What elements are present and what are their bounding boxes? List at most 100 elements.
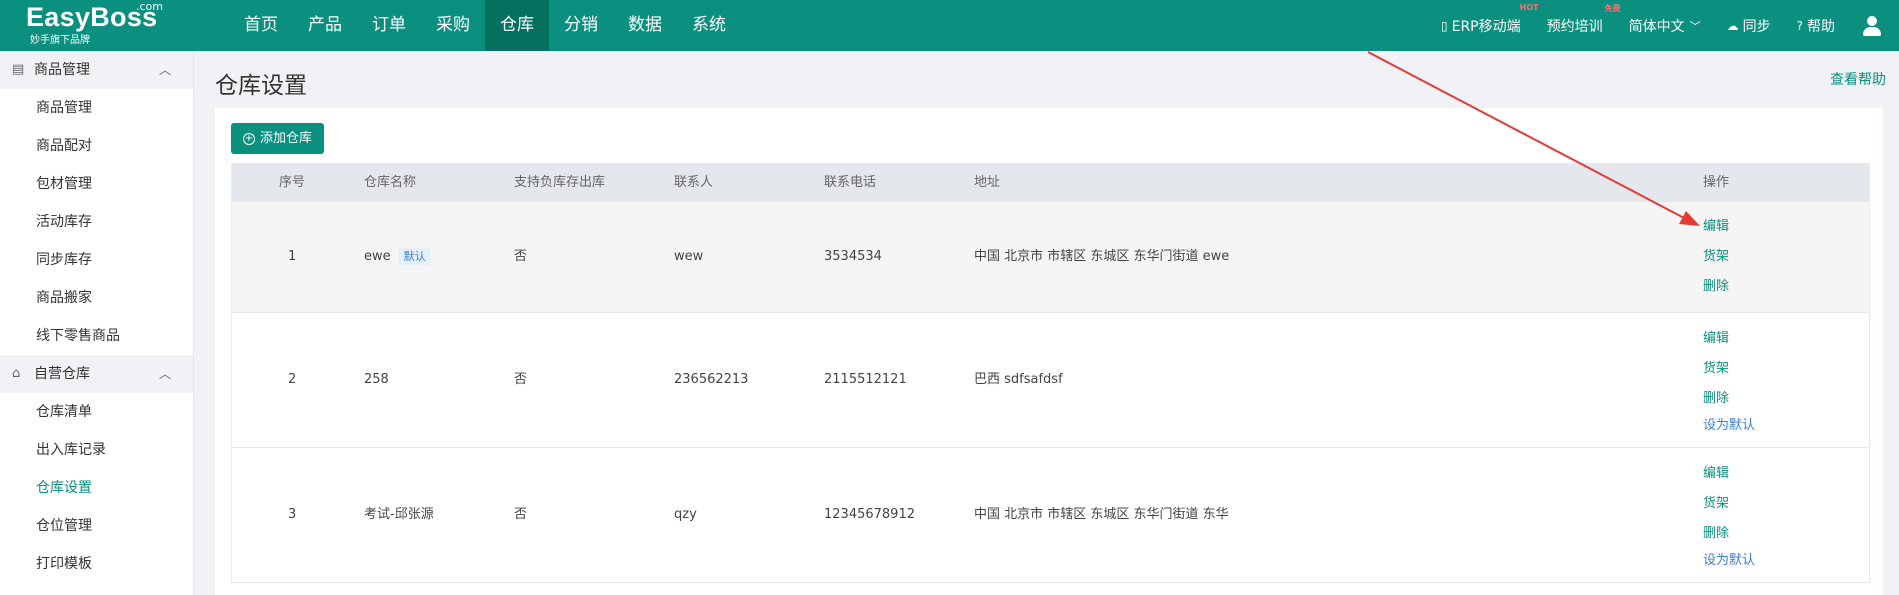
column-header-address: 地址 xyxy=(974,175,1001,190)
language-select[interactable]: 简体中文 ﹀ xyxy=(1629,16,1701,36)
cell-address: 中国 北京市 市辖区 东城区 东华门街道 东华 xyxy=(974,507,1229,522)
page-title: 仓库设置 xyxy=(215,73,307,99)
user-avatar-icon[interactable] xyxy=(1861,15,1883,37)
top-navigation-bar: EasyBoss .com 妙手旗下品牌 首页 产品 订单 采购 仓库 分销 数… xyxy=(0,0,1899,51)
logo-subtitle: 妙手旗下品牌 xyxy=(30,35,90,46)
default-badge: 默认 xyxy=(398,248,431,265)
cell-address: 中国 北京市 市辖区 东城区 东华门街道 ewe xyxy=(974,249,1230,264)
cell-actions: 编辑 货架 删除 设为默认 xyxy=(1703,465,1755,570)
sidebar-group-product-management[interactable]: ▤ 商品管理 ︿ xyxy=(0,51,193,89)
table-header: 序号 仓库名称 支持负库存出库 联系人 联系电话 地址 操作 xyxy=(232,164,1869,201)
sidebar-item-packaging[interactable]: 包材管理 xyxy=(0,165,193,203)
shelf-link[interactable]: 货架 xyxy=(1703,248,1729,266)
help-button[interactable]: ? 帮助 xyxy=(1797,16,1835,36)
cell-actions: 编辑 货架 删除 xyxy=(1703,218,1729,308)
plus-circle-icon: + xyxy=(243,132,255,145)
top-right-tools: ▯ ERP移动端 HOT 预约培训 免费 简体中文 ﹀ ☁ 同步 ? 帮助 xyxy=(1441,0,1899,51)
sync-button[interactable]: ☁ 同步 xyxy=(1727,16,1771,36)
main-content: 仓库设置 查看帮助 + 添加仓库 序号 仓库名称 支持负库存出库 联系人 联系电… xyxy=(194,51,1899,595)
training-label: 预约培训 xyxy=(1546,18,1603,35)
nav-home[interactable]: 首页 xyxy=(229,0,293,51)
sidebar-item-product-move[interactable]: 商品搬家 xyxy=(0,279,193,317)
question-circle-icon: ? xyxy=(1796,18,1803,33)
sidebar-group-title: 商品管理 xyxy=(34,62,90,78)
erp-mobile-link[interactable]: ▯ ERP移动端 HOT xyxy=(1441,3,1539,36)
add-warehouse-label: 添加仓库 xyxy=(260,131,313,146)
cell-contact: 236562213 xyxy=(674,372,749,387)
sidebar-item-location-management[interactable]: 仓位管理 xyxy=(0,507,193,545)
cell-phone: 2115512121 xyxy=(824,372,907,387)
table-row: 1 ewe 默认 否 wew 3534534 中国 北京市 市辖区 东城区 东华门… xyxy=(232,201,1869,312)
shelf-link[interactable]: 货架 xyxy=(1703,360,1755,378)
mobile-phone-icon: ▯ xyxy=(1441,18,1448,33)
free-badge: 免费 xyxy=(1604,3,1621,13)
training-link[interactable]: 预约培训 免费 xyxy=(1546,4,1621,36)
nav-purchase[interactable]: 采购 xyxy=(421,0,485,51)
sidebar-item-warehouse-list[interactable]: 仓库清单 xyxy=(0,393,193,431)
cell-contact: wew xyxy=(674,249,704,264)
clipboard-icon: ▤ xyxy=(12,62,25,77)
sidebar-item-product-pairing[interactable]: 商品配对 xyxy=(0,127,193,165)
cell-negative-stock: 否 xyxy=(514,507,528,522)
main-nav: 首页 产品 订单 采购 仓库 分销 数据 系统 xyxy=(229,0,741,51)
language-label: 简体中文 xyxy=(1628,18,1685,35)
hot-badge: HOT xyxy=(1519,2,1539,12)
nav-orders[interactable]: 订单 xyxy=(357,0,421,51)
home-icon: ⌂ xyxy=(12,366,21,381)
edit-link[interactable]: 编辑 xyxy=(1703,218,1729,236)
chevron-down-icon: ﹀ xyxy=(1689,19,1701,33)
set-default-link[interactable]: 设为默认 xyxy=(1703,417,1755,435)
cell-name: 258 xyxy=(364,372,389,387)
delete-link[interactable]: 删除 xyxy=(1703,525,1755,543)
sidebar-item-product-management[interactable]: 商品管理 xyxy=(0,89,193,127)
sidebar-item-sync-stock[interactable]: 同步库存 xyxy=(0,241,193,279)
edit-link[interactable]: 编辑 xyxy=(1703,465,1755,483)
sidebar-item-warehouse-settings[interactable]: 仓库设置 xyxy=(0,469,193,507)
sidebar-item-offline-retail[interactable]: 线下零售商品 xyxy=(0,317,193,355)
cell-phone: 3534534 xyxy=(824,249,882,264)
sidebar-group-title: 自营仓库 xyxy=(34,366,90,382)
sidebar-group-own-warehouse[interactable]: ⌂ 自营仓库 ︿ xyxy=(0,355,193,393)
shelf-link[interactable]: 货架 xyxy=(1703,495,1755,513)
add-warehouse-button[interactable]: + 添加仓库 xyxy=(231,123,325,154)
user-icon-body xyxy=(1863,26,1881,36)
nav-data[interactable]: 数据 xyxy=(613,0,677,51)
nav-system[interactable]: 系统 xyxy=(677,0,741,51)
set-default-link[interactable]: 设为默认 xyxy=(1703,552,1755,570)
easyboss-logo[interactable]: EasyBoss .com 妙手旗下品牌 xyxy=(26,1,166,48)
cell-no: 1 xyxy=(288,249,297,264)
view-help-link[interactable]: 查看帮助 xyxy=(1830,69,1886,89)
delete-link[interactable]: 删除 xyxy=(1703,390,1755,408)
cloud-upload-icon: ☁ xyxy=(1726,18,1739,33)
cell-no: 2 xyxy=(288,372,297,387)
nav-warehouse[interactable]: 仓库 xyxy=(485,0,549,51)
table-row: 3 考试-邱张源 否 qzy 12345678912 中国 北京市 市辖区 东城… xyxy=(232,447,1869,582)
table-row: 2 258 否 236562213 2115512121 巴西 sdfsafds… xyxy=(232,312,1869,447)
nav-distribution[interactable]: 分销 xyxy=(549,0,613,51)
cell-negative-stock: 否 xyxy=(514,249,528,264)
sidebar-item-inout-records[interactable]: 出入库记录 xyxy=(0,431,193,469)
warehouse-table: 序号 仓库名称 支持负库存出库 联系人 联系电话 地址 操作 1 ewe 默认 否… xyxy=(231,163,1870,583)
column-header-negative-stock: 支持负库存出库 xyxy=(514,175,606,190)
column-header-phone: 联系电话 xyxy=(824,175,877,190)
sidebar-item-print-template[interactable]: 打印模板 xyxy=(0,545,193,583)
user-icon-head xyxy=(1867,15,1877,26)
sidebar-item-activity-stock[interactable]: 活动库存 xyxy=(0,203,193,241)
cell-negative-stock: 否 xyxy=(514,372,528,387)
nav-products[interactable]: 产品 xyxy=(293,0,357,51)
edit-link[interactable]: 编辑 xyxy=(1703,330,1755,348)
chevron-up-icon: ︿ xyxy=(158,367,171,381)
cell-name: 考试-邱张源 xyxy=(364,507,434,522)
cell-address: 巴西 sdfsafdsf xyxy=(974,372,1063,387)
help-label: 帮助 xyxy=(1807,18,1835,35)
cell-actions: 编辑 货架 删除 设为默认 xyxy=(1703,330,1755,435)
cell-name: ewe 默认 xyxy=(364,248,431,266)
cell-phone: 12345678912 xyxy=(824,507,915,522)
sidebar: ▤ 商品管理 ︿ 商品管理 商品配对 包材管理 活动库存 同步库存 商品搬家 线… xyxy=(0,51,194,595)
warehouse-name: ewe xyxy=(364,249,391,264)
column-header-actions: 操作 xyxy=(1703,175,1730,190)
sync-label: 同步 xyxy=(1742,18,1771,35)
delete-link[interactable]: 删除 xyxy=(1703,278,1729,296)
column-header-contact: 联系人 xyxy=(674,175,714,190)
content-panel: + 添加仓库 序号 仓库名称 支持负库存出库 联系人 联系电话 地址 操作 1 … xyxy=(215,108,1883,595)
